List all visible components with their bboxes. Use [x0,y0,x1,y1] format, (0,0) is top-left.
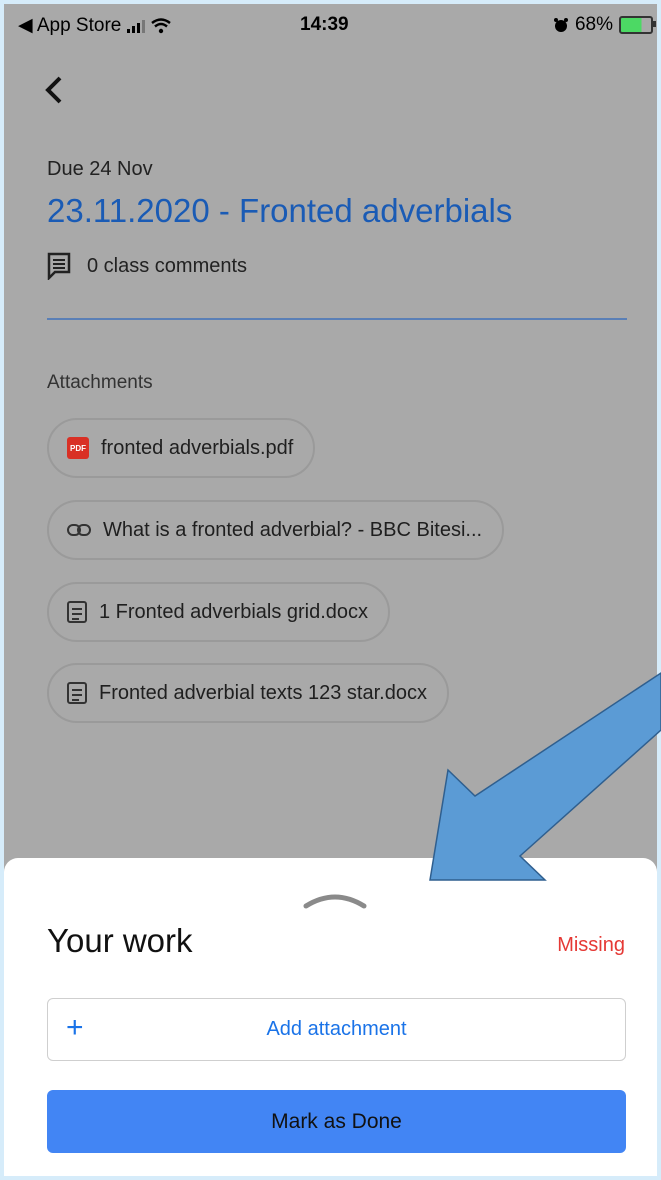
mark-as-done-button[interactable]: Mark as Done [47,1090,626,1153]
add-attachment-label: Add attachment [266,1018,407,1040]
status-badge: Missing [557,934,625,956]
plus-icon: + [66,1011,84,1044]
sheet-handle-icon[interactable] [300,892,370,912]
add-attachment-button[interactable]: + Add attachment [47,998,626,1061]
mark-as-done-label: Mark as Done [271,1109,402,1133]
your-work-heading: Your work [47,922,193,959]
